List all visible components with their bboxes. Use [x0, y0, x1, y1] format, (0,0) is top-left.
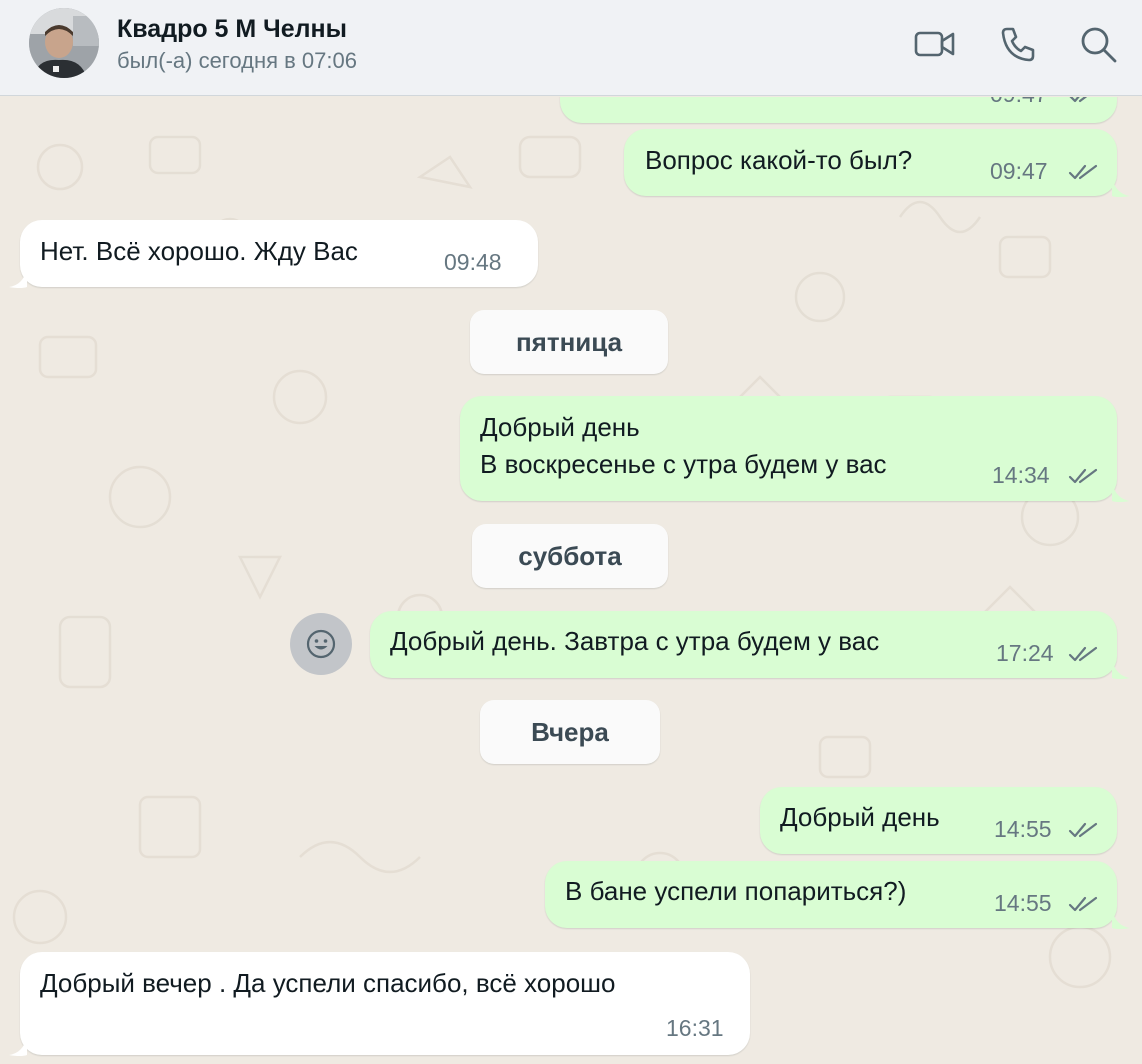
- bubble-tail: [1112, 178, 1132, 198]
- bubble-tail: [1112, 910, 1132, 930]
- bubble-tail: [1112, 660, 1132, 680]
- message-bubble-outgoing[interactable]: Добрый день. Завтра с утра будем у вас 1…: [370, 611, 1117, 678]
- smiley-icon: [306, 629, 336, 659]
- chat-header: Квадро 5 М Челны был(-а) сегодня в 07:06: [0, 0, 1142, 96]
- avatar-photo: [29, 8, 99, 78]
- read-receipt-icon: [1068, 894, 1098, 914]
- message-bubble-outgoing[interactable]: 09:47: [560, 97, 1117, 123]
- bubble-tail: [1112, 483, 1132, 503]
- read-receipt-icon: [1068, 820, 1098, 840]
- phone-icon[interactable]: [996, 22, 1040, 66]
- message-time: 14:55: [994, 816, 1052, 842]
- message-time: 09:47: [990, 97, 1048, 108]
- message-text: Нет. Всё хорошо. Жду Вас: [40, 236, 358, 266]
- search-icon[interactable]: [1076, 22, 1120, 66]
- date-separator: суббота: [472, 524, 668, 588]
- message-text: В бане успели попариться?): [565, 876, 907, 906]
- message-list[interactable]: 09:47 Вопрос какой-то был? 09:47 Нет. Вс…: [0, 97, 1142, 1064]
- avatar[interactable]: [29, 8, 99, 78]
- message-time: 09:48: [444, 249, 502, 275]
- message-bubble-outgoing[interactable]: Вопрос какой-то был? 09:47: [624, 129, 1117, 196]
- message-time: 16:31: [666, 1015, 724, 1041]
- message-time: 14:34: [992, 462, 1050, 488]
- read-receipt-icon: [1068, 466, 1098, 486]
- contact-name[interactable]: Квадро 5 М Челны: [117, 15, 347, 44]
- message-time: 14:55: [994, 890, 1052, 916]
- message-text: Добрый вечер . Да успели спасибо, всё хо…: [40, 968, 616, 998]
- date-separator: пятница: [470, 310, 668, 374]
- message-time: 17:24: [996, 640, 1054, 666]
- message-text: Добрый день. Завтра с утра будем у вас: [390, 626, 880, 656]
- read-receipt-icon: [1068, 97, 1098, 105]
- message-bubble-outgoing[interactable]: Добрый день В воскресенье с утра будем у…: [460, 396, 1117, 501]
- emoji-reaction-button[interactable]: [290, 613, 352, 675]
- message-time: 09:47: [990, 158, 1048, 184]
- message-bubble-outgoing[interactable]: Добрый день 14:55: [760, 787, 1117, 854]
- message-text: Вопрос какой-то был?: [645, 145, 913, 175]
- message-text: Добрый день В воскресенье с утра будем у…: [480, 412, 887, 479]
- bubble-tail: [7, 269, 27, 289]
- video-call-icon[interactable]: [913, 22, 957, 66]
- message-text: Добрый день: [780, 802, 940, 832]
- message-bubble-incoming[interactable]: Добрый вечер . Да успели спасибо, всё хо…: [20, 952, 750, 1055]
- read-receipt-icon: [1068, 162, 1098, 182]
- read-receipt-icon: [1068, 644, 1098, 664]
- bubble-tail: [7, 1037, 27, 1057]
- message-bubble-incoming[interactable]: Нет. Всё хорошо. Жду Вас 09:48: [20, 220, 538, 287]
- last-seen-status: был(-а) сегодня в 07:06: [117, 48, 357, 73]
- date-separator: Вчера: [480, 700, 660, 764]
- message-bubble-outgoing[interactable]: В бане успели попариться?) 14:55: [545, 861, 1117, 928]
